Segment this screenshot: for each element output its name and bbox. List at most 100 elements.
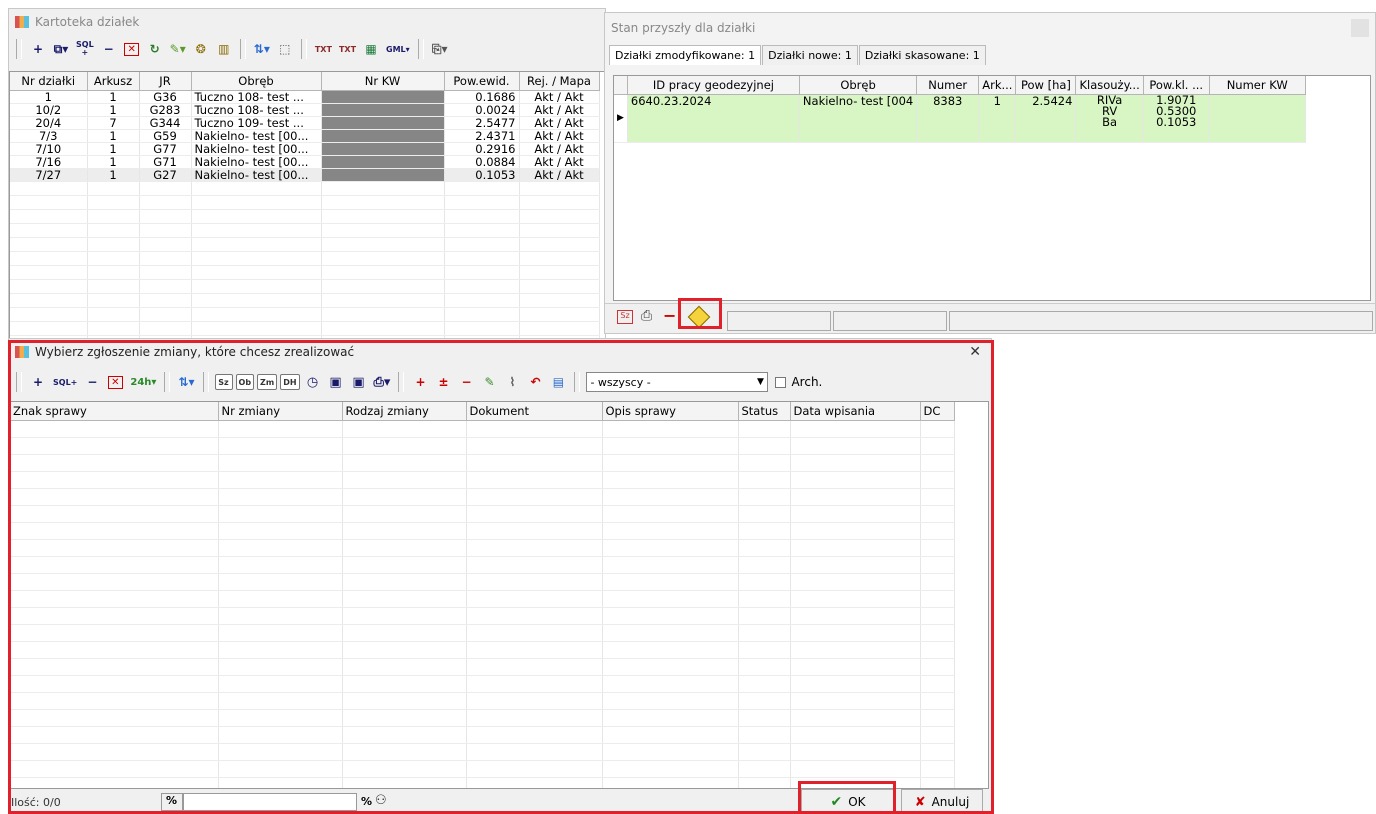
add-red-icon[interactable]: + [410, 371, 430, 393]
pencil-icon[interactable]: ✎▾ [168, 38, 188, 60]
table-row[interactable]: 7/16 1 G71 Nakielno- test [00... 0.0884 Akt /… [10, 155, 600, 169]
remove-icon[interactable]: − [82, 371, 102, 393]
column-header[interactable]: ID pracy geodezyjnej [627, 76, 800, 95]
table-row[interactable]: 1 1 G36 Tuczno 108- test ... 0.1686 Akt / Akt [10, 90, 600, 104]
empty-cell [738, 658, 791, 676]
column-header[interactable]: Rodzaj zmiany [342, 402, 467, 421]
document-icon[interactable]: ▤ [548, 371, 568, 393]
table-cell: 20/4 [10, 116, 88, 130]
wybierz-titlebar: Wybierz zgłoszenie zmiany, które chcesz … [9, 339, 991, 365]
column-header[interactable]: Nr zmiany [218, 402, 343, 421]
column-header[interactable]: Numer KW [1209, 76, 1306, 95]
tree-icon[interactable]: ⧉▾ [51, 38, 71, 60]
ob-button[interactable]: Ob [235, 374, 255, 390]
report-icon[interactable]: Sz [617, 310, 633, 324]
column-header[interactable]: Pow.ewid. [444, 72, 520, 91]
globe-icon[interactable]: ❂ [191, 38, 211, 60]
camera-edit-icon[interactable]: ▣ [349, 371, 369, 393]
empty-cell [790, 692, 921, 710]
column-header[interactable]: Status [738, 402, 791, 421]
empty-cell [342, 437, 467, 455]
empty-cell [519, 251, 600, 266]
arch-checkbox[interactable] [775, 376, 787, 388]
column-header[interactable]: Opis sprawy [602, 402, 739, 421]
column-header[interactable]: Nr KW [321, 72, 445, 91]
warning-diamond-icon[interactable] [687, 305, 711, 329]
add-icon[interactable]: + [28, 371, 48, 393]
spiral-icon[interactable]: ↻ [145, 38, 165, 60]
camera-icon[interactable]: ▣ [326, 371, 346, 393]
column-header[interactable]: Numer [916, 76, 980, 95]
remove-icon[interactable]: − [99, 38, 119, 60]
wybierz-grid[interactable]: Znak sprawy Nr zmiany Rodzaj zmiany Dokumen… [9, 401, 989, 789]
column-header[interactable]: Ark... [978, 76, 1017, 95]
column-header[interactable]: Arkusz [87, 72, 140, 91]
select-icon[interactable]: ⬚ [275, 38, 295, 60]
stan-header-row: ID pracy geodezyjnej Obręb Numer Ark... Pow … [614, 76, 1306, 95]
print-icon[interactable]: ⎙ [641, 308, 652, 324]
table-row[interactable]: 7/10 1 G77 Nakielno- test [00... 0.2916 Akt /… [10, 142, 600, 156]
binoculars-icon[interactable]: ⚇ [375, 793, 387, 808]
delete-icon[interactable]: ✕ [122, 38, 142, 60]
book-icon[interactable]: ▥ [214, 38, 234, 60]
stan-close-button[interactable] [1351, 19, 1369, 37]
empty-cell [602, 607, 739, 625]
stan-grid[interactable]: ID pracy geodezyjnej Obręb Numer Ark... Pow … [613, 75, 1371, 301]
minus-red-icon[interactable]: − [456, 371, 476, 393]
column-header[interactable]: Pow [ha] [1015, 76, 1077, 95]
edit-doc-icon[interactable]: ✎ [479, 371, 499, 393]
column-header[interactable]: Klasouży... [1075, 76, 1144, 95]
empty-cell [321, 307, 445, 322]
empty-cell [444, 307, 520, 322]
delete-icon[interactable]: ✕ [105, 371, 125, 393]
table-row[interactable]: 10/2 1 G283 Tuczno 108- test ... 0.0024 Akt /… [10, 103, 600, 117]
sort-icon[interactable]: ⇅▾ [176, 371, 196, 393]
zm-button[interactable]: Zm [257, 374, 278, 390]
tab-stan-1[interactable]: Działki nowe: 1 [762, 45, 858, 65]
column-header[interactable]: Rej. / Mapa [519, 72, 600, 91]
table-row[interactable]: 20/4 7 G344 Tuczno 109- test ... 2.5477 Akt /… [10, 116, 600, 130]
sql-icon[interactable]: SQL+ [74, 38, 96, 60]
column-header[interactable]: Dokument [466, 402, 603, 421]
sql-icon[interactable]: SQL+ [51, 371, 79, 393]
gml-icon[interactable]: GML ▾ [384, 38, 412, 60]
column-header[interactable]: Data wpisania [790, 402, 921, 421]
refresh-24h-icon[interactable]: 24h▾ [128, 371, 158, 393]
clock-icon[interactable]: ◷ [303, 371, 323, 393]
column-header[interactable]: Pow.kl. ... [1143, 76, 1210, 95]
txt-export-icon[interactable]: TXT [337, 38, 358, 60]
undo-icon[interactable]: ↶ [525, 371, 545, 393]
print-icon[interactable]: ⎙▾ [372, 371, 393, 393]
close-icon[interactable]: ✕ [969, 344, 985, 360]
cancel-button[interactable]: ✘ Anuluj [901, 789, 983, 813]
sort-icon[interactable]: ⇅▾ [252, 38, 272, 60]
kartoteka-grid[interactable]: Nr działki Arkusz JR Obręb Nr KW Pow.ewid. Rej… [9, 71, 605, 339]
column-header[interactable]: Obręb [191, 72, 322, 91]
table-row[interactable]: 7/27 1 G27 Nakielno- test [00... 0.1053 Akt /… [10, 168, 600, 182]
add-icon[interactable]: + [28, 38, 48, 60]
column-header[interactable]: Obręb [799, 76, 918, 95]
export-icon[interactable]: ⎘▾ [430, 38, 450, 60]
minus-icon[interactable]: − [663, 306, 676, 325]
sz-button[interactable]: Sz [214, 374, 233, 390]
excel-icon[interactable]: ▦ [361, 38, 381, 60]
ok-button[interactable]: ✔ OK [801, 789, 895, 813]
txt-import-icon[interactable]: TXT [313, 38, 334, 60]
empty-cell [466, 777, 603, 788]
tab-stan-0[interactable]: Działki zmodyfikowane: 1 [609, 45, 762, 65]
table-cell: Akt / Akt [519, 116, 600, 130]
table-row[interactable]: 7/3 1 G59 Nakielno- test [00... 2.4371 Akt / … [10, 129, 600, 143]
column-header[interactable]: Nr działki [10, 72, 88, 91]
empty-cell [321, 195, 445, 210]
table-row[interactable]: ▶ 6640.23.2024 Nakielno- test [004 8383 … [614, 94, 1306, 143]
search-input[interactable] [183, 793, 357, 811]
column-header[interactable]: Znak sprawy [10, 402, 219, 421]
tab-stan-2[interactable]: Działki skasowane: 1 [858, 45, 986, 65]
table-cell: G27 [139, 168, 192, 182]
column-header[interactable]: DC [920, 402, 955, 421]
column-header[interactable]: JR [139, 72, 192, 91]
dh-button[interactable]: DH [280, 374, 300, 390]
filter-select[interactable]: - wszyscy - ▼ [586, 372, 769, 392]
attach-icon[interactable]: ⌇ [502, 371, 522, 393]
plus-minus-icon[interactable]: ± [433, 371, 453, 393]
